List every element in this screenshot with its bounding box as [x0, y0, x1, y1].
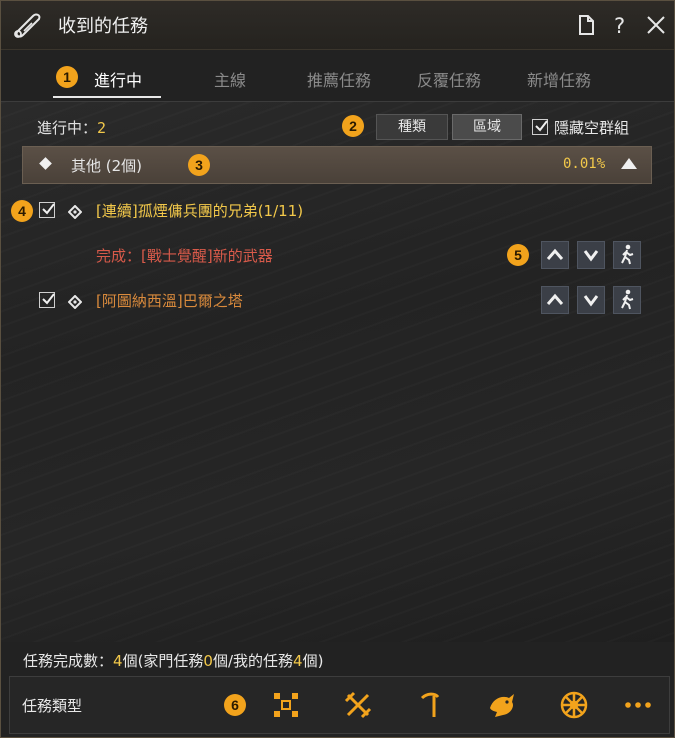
auto-navigate-button[interactable]: [613, 286, 641, 314]
pickaxe-icon[interactable]: [413, 688, 447, 722]
tab-bar: 1 進行中 主線 推薦任務 反覆任務 新增任務: [1, 59, 674, 102]
in-progress-count-label: 進行中：2: [37, 119, 107, 137]
group-title: 其他 (2個): [71, 157, 143, 175]
quest-2-title[interactable]: [阿圖納西溫]巴爾之塔: [96, 290, 243, 311]
marker-6: 6: [224, 694, 246, 716]
window-title: 收到的任務: [58, 16, 148, 37]
quest-group-header[interactable]: 其他 (2個) 0.01%: [22, 146, 652, 184]
quest-window: 收到的任務 ? 1 進行中 主線 推薦任務 反覆任務 新增任務 進行中：2 2 …: [0, 0, 675, 738]
tab-in-progress[interactable]: 進行中: [94, 67, 142, 91]
sort-by-region-button[interactable]: 區域: [452, 114, 522, 140]
chevron-down-icon: [583, 250, 599, 262]
tab-main[interactable]: 主線: [214, 67, 246, 91]
help-icon[interactable]: ?: [608, 12, 634, 38]
title-bar[interactable]: 收到的任務 ?: [1, 1, 674, 50]
diamond-icon: [39, 157, 52, 170]
move-up-button[interactable]: [541, 286, 569, 314]
close-icon[interactable]: [643, 12, 669, 38]
quest-2-checkbox[interactable]: [39, 292, 55, 308]
sort-by-type-button[interactable]: 種類: [376, 114, 448, 140]
more-icon[interactable]: [621, 688, 655, 722]
auto-navigate-button[interactable]: [613, 241, 641, 269]
scroll-icon: [11, 10, 45, 40]
chevron-up-icon: [546, 293, 564, 305]
walking-person-icon: [621, 289, 634, 310]
marker-3: 3: [188, 154, 210, 176]
tab-recommended[interactable]: 推薦任務: [307, 67, 371, 91]
quest-1-title[interactable]: [連續]孤煙傭兵團的兄弟(1/11): [96, 200, 303, 221]
collapse-arrow-icon[interactable]: [621, 158, 637, 169]
move-up-button[interactable]: [541, 241, 569, 269]
active-tab-indicator: [53, 96, 161, 98]
marker-4: 4: [11, 200, 33, 222]
document-icon[interactable]: [573, 12, 599, 38]
move-down-button[interactable]: [577, 286, 605, 314]
move-down-button[interactable]: [577, 241, 605, 269]
quest-type-label: 任務類型: [22, 697, 83, 715]
tab-new[interactable]: 新增任務: [527, 67, 591, 91]
quest-completion-stats: 任務完成數：4個(家門任務0個/我的任務4個): [23, 652, 324, 670]
hide-empty-label: 隱藏空群組: [554, 119, 630, 137]
marker-5: 5: [507, 244, 529, 266]
marker-2: 2: [342, 115, 364, 137]
walking-person-icon: [621, 244, 634, 265]
wheel-icon[interactable]: [557, 688, 591, 722]
quest-diamond-icon: [67, 204, 83, 220]
fish-icon[interactable]: [485, 688, 519, 722]
quest-1-checkbox[interactable]: [39, 202, 55, 218]
marker-1: 1: [56, 66, 78, 88]
quest-diamond-icon: [67, 294, 83, 310]
svg-text:?: ?: [614, 14, 625, 38]
tab-repeat[interactable]: 反覆任務: [417, 67, 481, 91]
quest-type-bar: 任務類型 6: [9, 676, 670, 734]
grid-icon[interactable]: [269, 688, 303, 722]
chevron-down-icon: [583, 295, 599, 307]
chevron-up-icon: [546, 248, 564, 260]
in-progress-count: 2: [97, 119, 107, 137]
group-percent: 0.01%: [563, 156, 606, 172]
crossed-swords-icon[interactable]: [341, 688, 375, 722]
quest-1-subtask: 完成：[戰士覺醒]新的武器: [96, 247, 273, 265]
hide-empty-checkbox[interactable]: [532, 119, 548, 135]
